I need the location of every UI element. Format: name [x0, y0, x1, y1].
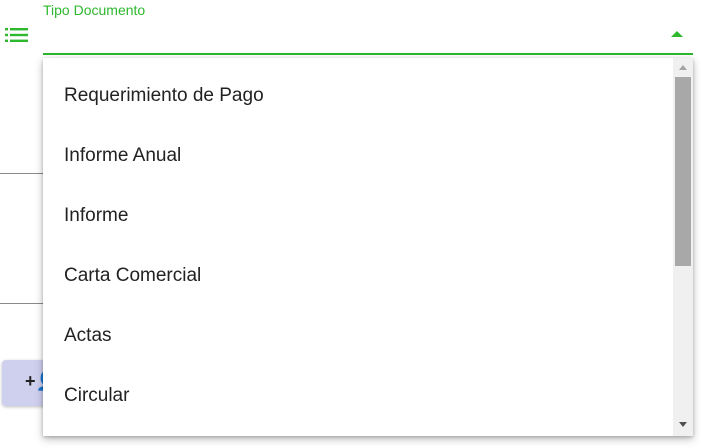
dropdown-option-informe[interactable]: Informe [43, 186, 673, 246]
dropdown-option-carta-comercial[interactable]: Carta Comercial [43, 246, 673, 306]
list-icon [5, 28, 28, 42]
page: Tipo Documento +👤 Requerimiento de Pago … [0, 0, 701, 448]
scrollbar-thumb[interactable] [675, 77, 691, 266]
background-field-underline [0, 173, 44, 174]
tipo-documento-select[interactable] [43, 53, 693, 55]
tipo-documento-label: Tipo Documento [43, 2, 146, 18]
background-field-underline [0, 303, 44, 304]
scrollbar[interactable] [673, 58, 693, 436]
tipo-documento-dropdown-menu: Requerimiento de Pago Informe Anual Info… [43, 58, 693, 436]
dropdown-options-list: Requerimiento de Pago Informe Anual Info… [43, 66, 673, 426]
scroll-up-arrow-icon[interactable] [679, 65, 687, 70]
dropdown-option-informe-anual[interactable]: Informe Anual [43, 126, 673, 186]
caret-up-icon[interactable] [671, 31, 683, 37]
dropdown-option-actas[interactable]: Actas [43, 306, 673, 366]
dropdown-option-circular[interactable]: Circular [43, 366, 673, 426]
dropdown-option-requerimiento-de-pago[interactable]: Requerimiento de Pago [43, 66, 673, 126]
scroll-down-arrow-icon[interactable] [679, 422, 687, 427]
